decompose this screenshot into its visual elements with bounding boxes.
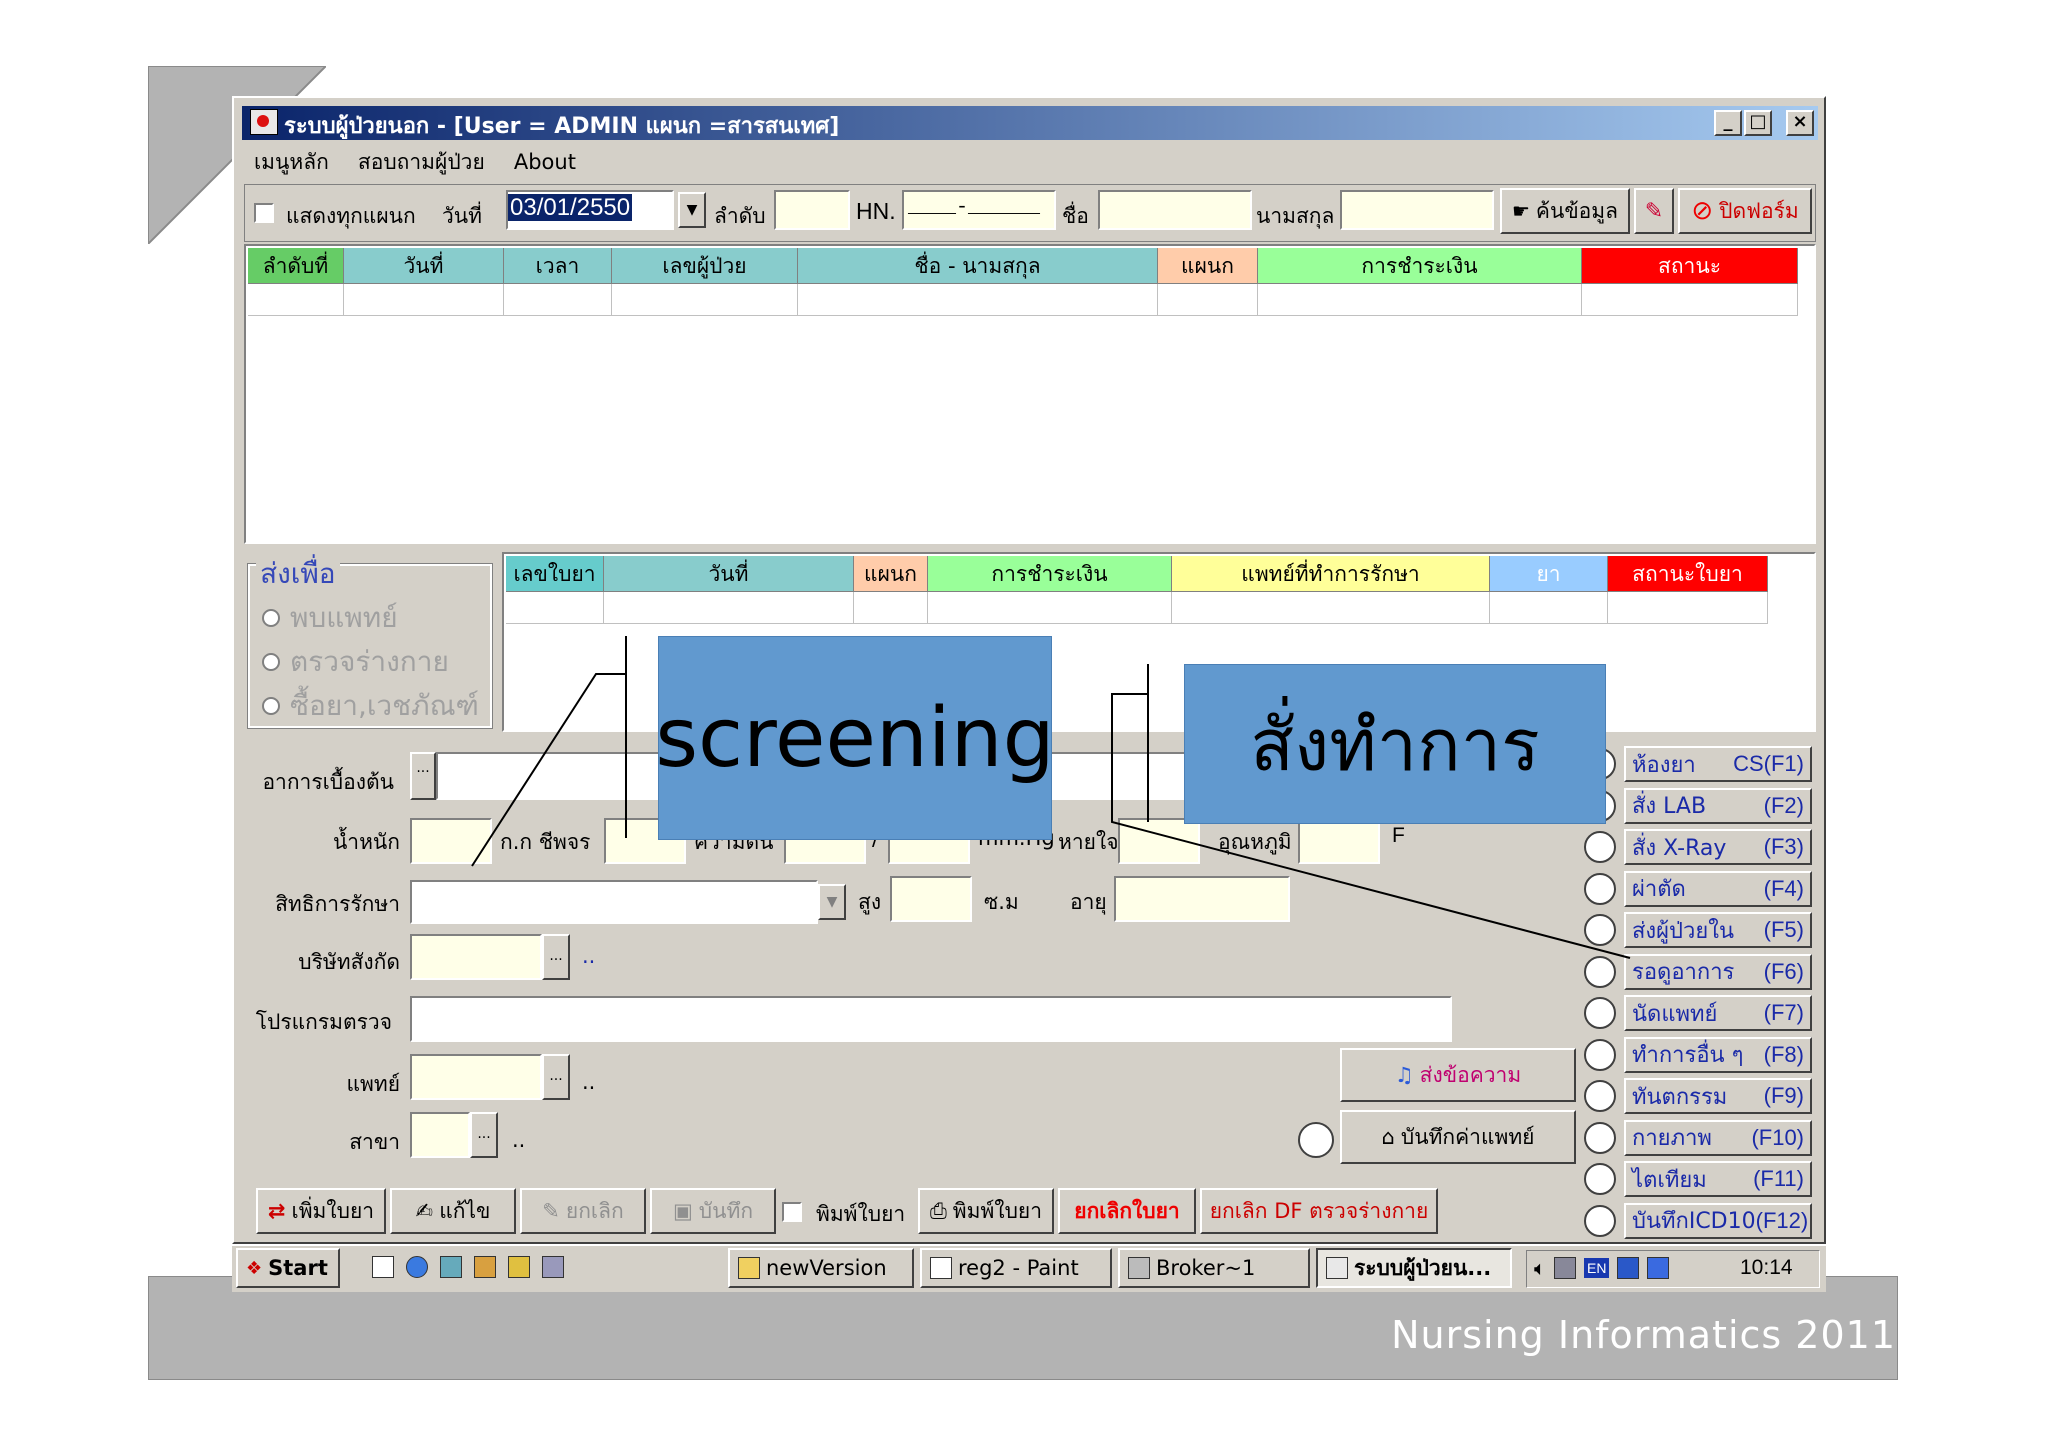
task-paint-label: reg2 - Paint: [958, 1256, 1079, 1280]
screening-callout: screening: [655, 636, 1055, 840]
notepad-icon[interactable]: [372, 1256, 394, 1278]
task-broker-label: Broker~1: [1156, 1256, 1256, 1280]
monitor-icon[interactable]: [1617, 1257, 1640, 1279]
language-indicator[interactable]: EN: [1584, 1258, 1610, 1278]
network-icon[interactable]: [1554, 1257, 1576, 1279]
start-button[interactable]: ❖ Start: [236, 1248, 340, 1288]
folder-icon: [738, 1257, 760, 1279]
quick-launch: [372, 1256, 564, 1278]
application-icon: [1128, 1257, 1150, 1279]
app-icon: [1326, 1257, 1348, 1279]
paint-icon: [930, 1257, 952, 1279]
windows-logo-icon: ❖: [246, 1257, 263, 1279]
task-outpatient-active[interactable]: ระบบผู้ป่วยน...: [1316, 1248, 1512, 1288]
tray-icons: 🔈︎ EN: [1534, 1256, 1670, 1280]
task-broker[interactable]: Broker~1: [1118, 1248, 1310, 1288]
sync-icon[interactable]: [440, 1256, 462, 1278]
task-newversion-label: newVersion: [766, 1256, 887, 1280]
clock: 10:14: [1740, 1256, 1793, 1279]
task-paint[interactable]: reg2 - Paint: [920, 1248, 1112, 1288]
internet-explorer-icon[interactable]: [406, 1256, 428, 1278]
desktop-icon[interactable]: [542, 1256, 564, 1278]
image-icon[interactable]: [474, 1256, 496, 1278]
task-newversion[interactable]: newVersion: [728, 1248, 914, 1288]
tray-app-icon[interactable]: [1647, 1257, 1670, 1279]
volume-icon[interactable]: 🔈︎: [1534, 1256, 1546, 1280]
order-callout: สั่งทำการ: [1184, 664, 1606, 824]
task-outpatient-label: ระบบผู้ป่วยน...: [1354, 1255, 1492, 1280]
media-icon[interactable]: [508, 1256, 530, 1278]
start-label: Start: [268, 1256, 328, 1280]
